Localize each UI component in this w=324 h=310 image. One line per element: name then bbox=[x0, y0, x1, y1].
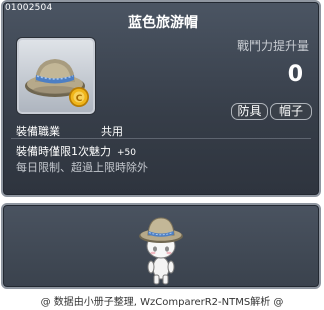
equip-bonus-number: +50 bbox=[117, 148, 136, 158]
job-value: 共用 bbox=[101, 125, 123, 138]
footer-credit: @ 数据由小册子整理, WzComparerR2-NTMS解析 @ bbox=[40, 297, 284, 308]
stat-increase-label: 戰鬥力提升量 bbox=[236, 39, 309, 53]
stat-increase-value: 0 bbox=[287, 62, 303, 87]
item-tooltip: 01002504 蓝色旅游帽 C 戰鬥力提升量 0 防具 帽子 裝備職業 共用 … bbox=[1, 0, 321, 197]
limit-text: 每日限制、超過上限時除外 bbox=[16, 161, 148, 174]
equip-bonus-line: 裝備時僅限1次魅力 +50 bbox=[16, 143, 136, 159]
job-label: 裝備職業 bbox=[16, 125, 60, 138]
equip-bonus-text: 裝備時僅限1次魅力 bbox=[16, 145, 111, 158]
item-name: 蓝色旅游帽 bbox=[128, 15, 198, 31]
category-tag-armor: 防具 bbox=[231, 103, 268, 120]
category-tag-hat: 帽子 bbox=[270, 103, 312, 120]
item-icon-frame: C bbox=[17, 38, 95, 114]
hat-with-coin-icon: C bbox=[25, 59, 89, 107]
avatar-preview-panel bbox=[1, 203, 321, 289]
svg-text:C: C bbox=[76, 94, 83, 104]
divider bbox=[11, 138, 311, 139]
character-avatar-icon bbox=[139, 217, 183, 285]
